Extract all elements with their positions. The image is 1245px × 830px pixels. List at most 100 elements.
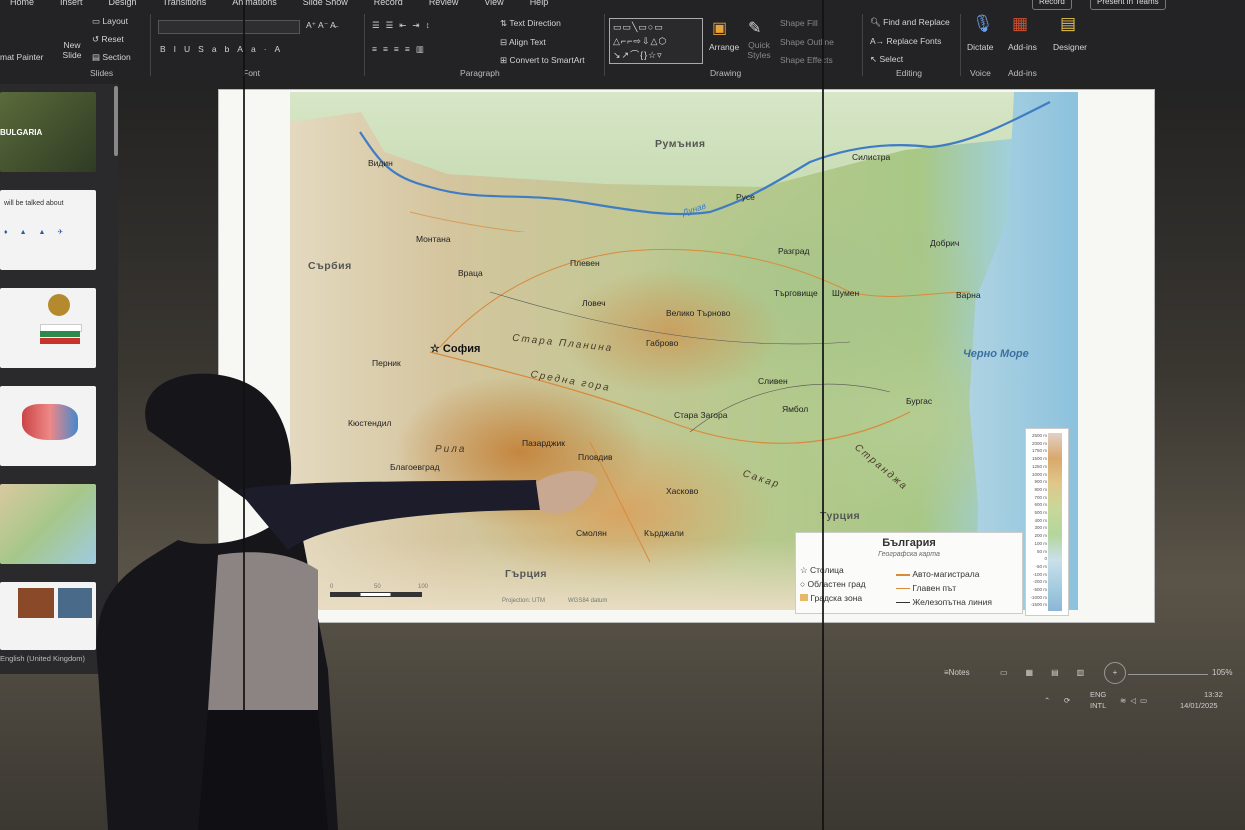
system-tray: ⌃ ⟳ ENG INTL ≋◁▭ 13:32 14/01/2025 <box>1040 690 1245 714</box>
zoom-level[interactable]: 105% <box>1212 668 1232 677</box>
clock-date[interactable]: 14/01/2025 <box>1180 701 1218 710</box>
present-teams-button[interactable]: Present in Teams <box>1090 0 1166 10</box>
replace-fonts-label: Replace Fonts <box>886 36 942 46</box>
frame-line <box>822 0 824 830</box>
shape-fill-button[interactable]: Shape Fill <box>780 18 818 28</box>
menu-record[interactable]: Record <box>374 0 403 9</box>
addins-icon[interactable]: ▦ <box>1012 14 1028 34</box>
arrange-button[interactable]: Arrange <box>709 42 739 52</box>
separator <box>364 14 365 76</box>
elevation-tick-label: 1500 m <box>1031 456 1047 462</box>
status-bar: ≡Notes ▭▦▤▥ + 105% <box>940 662 1240 684</box>
section-button[interactable]: ▤ Section <box>92 52 131 63</box>
slide-thumbnail-3[interactable] <box>0 288 96 368</box>
arrange-icon[interactable]: ▣ <box>712 18 727 38</box>
railway-swatch <box>896 602 910 604</box>
map-shape-icon <box>22 404 78 440</box>
legend-motorway: Авто-магистрала <box>896 569 979 579</box>
group-voice-label: Voice <box>970 68 991 78</box>
menu-design[interactable]: Design <box>109 0 137 9</box>
label-shumen: Шумен <box>832 288 860 298</box>
view-buttons[interactable]: ▭▦▤▥ <box>1000 668 1102 677</box>
new-slide-button[interactable]: New Slide <box>56 40 88 60</box>
label-montana: Монтана <box>416 234 451 244</box>
elevation-tick-label: -1000 m <box>1030 594 1047 600</box>
menu-animations[interactable]: Animations <box>232 0 277 9</box>
language-status[interactable]: English (United Kingdom) <box>0 654 85 663</box>
font-name-box[interactable] <box>158 20 300 34</box>
slide-thumbnail-6[interactable] <box>0 582 96 650</box>
menu-view[interactable]: View <box>484 0 503 9</box>
legend-urban-label: Градска зона <box>810 593 863 603</box>
record-button[interactable]: Record <box>1032 0 1072 10</box>
wifi-volume-battery-icons[interactable]: ≋◁▭ <box>1120 696 1151 705</box>
clock-time[interactable]: 13:32 <box>1204 690 1223 699</box>
section-label: Section <box>102 52 131 62</box>
menu-insert[interactable]: Insert <box>60 0 83 9</box>
legend-title: България <box>882 537 936 549</box>
menu-slideshow[interactable]: Slide Show <box>303 0 348 9</box>
slide-thumbnail-4[interactable] <box>0 386 96 466</box>
keyboard-layout[interactable]: INTL <box>1090 701 1106 710</box>
slide-thumbnail-2[interactable]: will be talked about ♦▲▲✈ <box>0 190 96 270</box>
label-lovech: Ловеч <box>582 298 606 308</box>
shapes-gallery[interactable]: ▭▭╲▭○▭ △⌐⌐⇨⇩△⬡ ↘↗⌒{}☆▿ <box>609 18 703 64</box>
zoom-slider-thumb[interactable]: + <box>1104 662 1126 684</box>
format-painter-button[interactable]: mat Painter <box>0 52 43 62</box>
dictate-button[interactable]: Dictate <box>967 42 993 52</box>
list-buttons[interactable]: ☰☰⇤⇥↕ <box>372 20 436 31</box>
menu-transitions[interactable]: Transitions <box>163 0 207 9</box>
legend-subtitle: Географска карта <box>878 551 940 558</box>
menu-review[interactable]: Review <box>429 0 459 9</box>
label-turkey: Турция <box>820 510 861 522</box>
label-pernik: Перник <box>372 358 401 368</box>
quick-styles-button[interactable]: Quick Styles <box>744 40 774 60</box>
capital-name: София <box>442 343 481 355</box>
slide-thumbnail-5[interactable] <box>0 484 96 564</box>
photo-icon <box>18 588 54 618</box>
elevation-tick-label: 600 m <box>1034 502 1047 508</box>
align-buttons[interactable]: ≡≡≡≡▥ <box>372 44 430 55</box>
text-direction-button[interactable]: ⇅ Text Direction <box>500 18 561 29</box>
group-slides-label: Slides <box>90 68 114 78</box>
chevron-up-icon[interactable]: ⌃ <box>1044 696 1050 705</box>
find-replace-button[interactable]: 🔍︎ Find and Replace <box>870 17 950 28</box>
shape-effects-button[interactable]: Shape Effects <box>780 55 833 65</box>
text-direction-label: Text Direction <box>509 18 561 28</box>
select-button[interactable]: ↖ Select <box>870 54 903 65</box>
label-ruse: Русе <box>736 192 755 202</box>
align-text-button[interactable]: ⊟ Align Text <box>500 37 546 48</box>
zoom-slider-track[interactable] <box>1128 674 1208 675</box>
font-format-buttons[interactable]: BIUSabAa·A <box>160 44 288 54</box>
thumbnails-scrollbar[interactable] <box>114 86 118 156</box>
quick-styles-icon[interactable]: ✎ <box>748 18 761 38</box>
microphone-icon[interactable]: 🎙︎ <box>972 14 994 34</box>
thumb-title: will be talked about <box>4 200 64 207</box>
reset-button[interactable]: ↺ Reset <box>92 34 124 45</box>
designer-button[interactable]: Designer <box>1053 42 1087 52</box>
elevation-tick-label: -1500 m <box>1030 602 1047 608</box>
label-varna: Варна <box>956 290 981 300</box>
grow-font-icon[interactable]: A⁺ A⁻ A̶ <box>306 20 336 31</box>
menu-help[interactable]: Help <box>530 0 549 9</box>
replace-fonts-button[interactable]: A→ Replace Fonts <box>870 36 941 46</box>
addins-button[interactable]: Add-ins <box>1008 42 1037 52</box>
convert-smartart-button[interactable]: ⊞ Convert to SmartArt <box>500 55 585 66</box>
legend-motorway-label: Авто-магистрала <box>912 569 980 579</box>
elevation-tick-label: 1250 m <box>1031 463 1047 469</box>
layout-button[interactable]: ▭ Layout <box>92 16 128 27</box>
select-label: Select <box>879 54 904 64</box>
label-targovishte: Търговище <box>774 288 818 298</box>
designer-icon[interactable]: ▤ <box>1060 14 1076 34</box>
shape-outline-button[interactable]: Shape Outline <box>780 37 834 47</box>
layout-label: Layout <box>102 16 128 26</box>
notes-button[interactable]: ≡Notes <box>944 668 970 677</box>
language-code[interactable]: ENG <box>1090 690 1106 699</box>
slide-thumbnail-1[interactable]: BULGARIA <box>0 92 96 172</box>
urban-swatch <box>800 594 808 601</box>
elevation-tick-label: 400 m <box>1034 517 1047 523</box>
sync-icon[interactable]: ⟳ <box>1064 696 1070 705</box>
motorway-swatch <box>896 573 910 576</box>
menu-home[interactable]: Home <box>10 0 34 9</box>
label-kardzhali: Кърджали <box>644 528 684 538</box>
